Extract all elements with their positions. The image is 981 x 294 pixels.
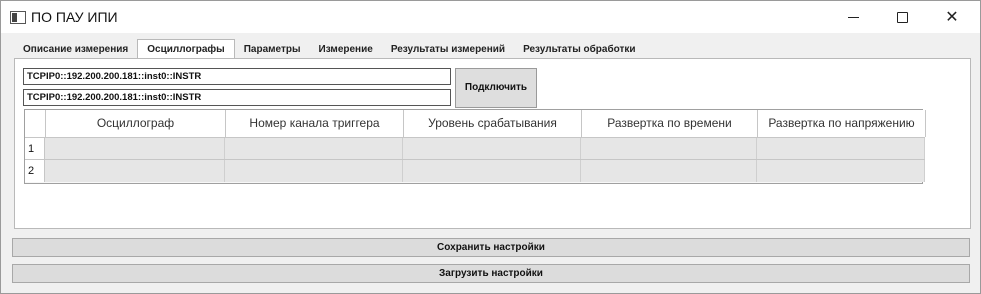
address-field-2[interactable]: TCPIP0::192.200.200.181::inst0::INSTR	[23, 89, 451, 106]
table-cell[interactable]	[403, 138, 581, 160]
column-header-oscilloscope[interactable]: Осциллограф	[46, 110, 226, 137]
title-bar[interactable]: ПО ПАУ ИПИ ✕	[1, 1, 980, 33]
table-cell[interactable]	[757, 160, 925, 182]
window-title: ПО ПАУ ИПИ	[31, 9, 118, 25]
address-field-1[interactable]: TCPIP0::192.200.200.181::inst0::INSTR	[23, 68, 451, 85]
column-header-trigger-channel[interactable]: Номер канала триггера	[226, 110, 404, 137]
close-button[interactable]: ✕	[929, 1, 975, 33]
tab-bar: Описание измерения Осциллографы Параметр…	[14, 39, 645, 59]
column-header-trigger-level[interactable]: Уровень срабатывания	[404, 110, 582, 137]
maximize-button[interactable]	[879, 1, 925, 33]
table-cell[interactable]	[581, 138, 757, 160]
window-app-icon	[10, 11, 26, 24]
table-cell[interactable]	[225, 138, 403, 160]
minimize-icon	[847, 16, 859, 18]
minimize-button[interactable]	[830, 1, 876, 33]
save-settings-button[interactable]: Сохранить настройки	[12, 238, 970, 257]
table-cell[interactable]	[403, 160, 581, 182]
tab-measurement-results[interactable]: Результаты измерений	[382, 41, 514, 58]
row-header[interactable]: 1	[25, 138, 45, 160]
table-cell[interactable]	[45, 138, 225, 160]
table-row: 1	[25, 137, 925, 160]
oscilloscopes-panel: TCPIP0::192.200.200.181::inst0::INSTR TC…	[14, 58, 971, 229]
load-settings-button[interactable]: Загрузить настройки	[12, 264, 970, 283]
tab-oscilloscopes[interactable]: Осциллографы	[137, 39, 235, 59]
row-header[interactable]: 2	[25, 160, 45, 182]
table-corner[interactable]	[25, 110, 46, 137]
tab-parameters[interactable]: Параметры	[235, 41, 310, 58]
table-cell[interactable]	[225, 160, 403, 182]
oscilloscope-table: Осциллограф Номер канала триггера Уровен…	[24, 109, 926, 184]
table-cell[interactable]	[581, 160, 757, 182]
tab-processing-results[interactable]: Результаты обработки	[514, 41, 644, 58]
maximize-icon	[896, 11, 908, 23]
main-window: ПО ПАУ ИПИ ✕ Описание измерения Осциллог…	[0, 0, 981, 294]
tab-measurement[interactable]: Измерение	[310, 41, 382, 58]
tab-measurement-description[interactable]: Описание измерения	[14, 41, 137, 58]
table-cell[interactable]	[45, 160, 225, 182]
close-icon: ✕	[945, 9, 959, 26]
column-header-voltage-scale[interactable]: Развертка по напряжению	[758, 110, 926, 137]
table-cell[interactable]	[757, 138, 925, 160]
connect-button[interactable]: Подключить	[455, 68, 537, 108]
table-row: 2	[25, 159, 925, 182]
column-header-time-scale[interactable]: Развертка по времени	[582, 110, 758, 137]
table-header: Осциллограф Номер канала триггера Уровен…	[25, 110, 926, 137]
